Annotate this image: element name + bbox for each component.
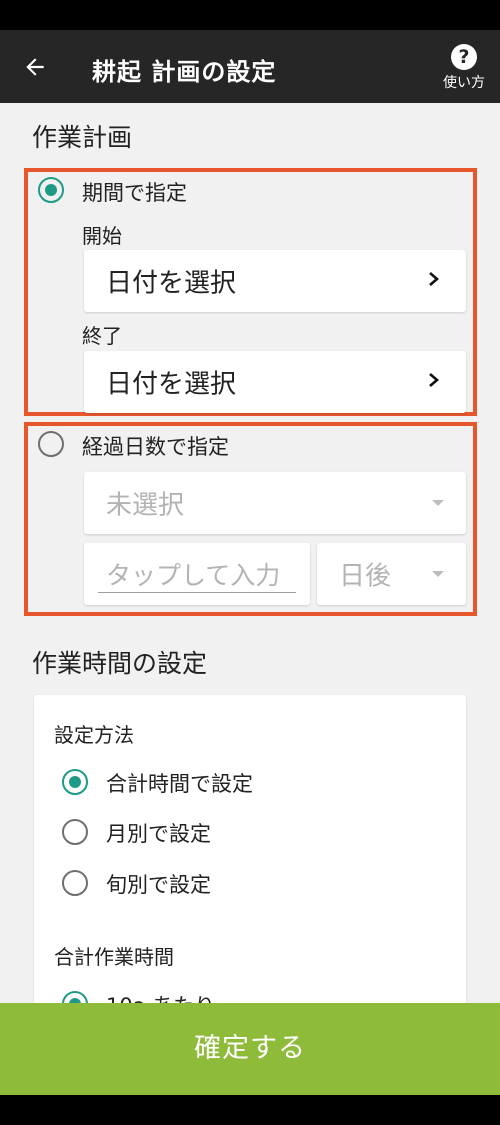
chevron-right-icon bbox=[428, 372, 440, 392]
start-label: 開始 bbox=[82, 224, 122, 248]
period-radio-label: 期間で指定 bbox=[82, 181, 187, 205]
dropdown-arrow-icon bbox=[432, 500, 444, 506]
method-radio-monthly-label: 月別で設定 bbox=[106, 822, 211, 846]
plan-section-title: 作業計画 bbox=[32, 123, 133, 152]
elapsed-unit-select[interactable]: 日後 bbox=[317, 543, 466, 605]
method-radio-decadal-label: 旬別で設定 bbox=[106, 873, 211, 897]
method-radio-monthly[interactable] bbox=[62, 819, 88, 845]
help-button[interactable]: ? 使い方 bbox=[436, 42, 492, 98]
input-underline bbox=[98, 592, 296, 593]
end-date-value: 日付を選択 bbox=[106, 369, 237, 400]
arrow-left-icon bbox=[26, 58, 44, 76]
app-bar: 耕起 計画の設定 ? 使い方 bbox=[0, 30, 500, 103]
confirm-button[interactable]: 確定する bbox=[0, 1003, 500, 1095]
method-radio-decadal[interactable] bbox=[62, 870, 88, 896]
method-radio-total-label: 合計時間で設定 bbox=[106, 772, 253, 796]
navigation-bar bbox=[0, 1095, 500, 1125]
status-bar bbox=[0, 0, 500, 30]
elapsed-days-placeholder: タップして入力 bbox=[106, 561, 281, 590]
start-date-value: 日付を選択 bbox=[106, 268, 237, 299]
end-label: 終了 bbox=[82, 324, 122, 348]
chevron-right-icon bbox=[428, 271, 440, 291]
start-date-select[interactable]: 日付を選択 bbox=[84, 250, 466, 312]
method-radio-total[interactable] bbox=[62, 769, 88, 795]
back-button[interactable] bbox=[10, 42, 60, 92]
elapsed-radio[interactable] bbox=[38, 431, 64, 457]
elapsed-radio-label: 経過日数で指定 bbox=[82, 435, 229, 459]
page-title: 耕起 計画の設定 bbox=[92, 58, 277, 86]
elapsed-reference-value: 未選択 bbox=[106, 490, 185, 521]
help-label: 使い方 bbox=[443, 75, 485, 91]
period-radio[interactable] bbox=[38, 177, 64, 203]
total-time-label: 合計作業時間 bbox=[54, 945, 174, 969]
end-date-select[interactable]: 日付を選択 bbox=[84, 351, 466, 413]
elapsed-reference-select[interactable]: 未選択 bbox=[84, 472, 466, 534]
time-section-title: 作業時間の設定 bbox=[32, 649, 208, 678]
question-icon: ? bbox=[451, 44, 477, 70]
dropdown-arrow-icon bbox=[432, 571, 444, 577]
elapsed-days-input[interactable]: タップして入力 bbox=[84, 543, 310, 605]
elapsed-unit-value: 日後 bbox=[339, 561, 392, 592]
method-label: 設定方法 bbox=[54, 723, 134, 747]
